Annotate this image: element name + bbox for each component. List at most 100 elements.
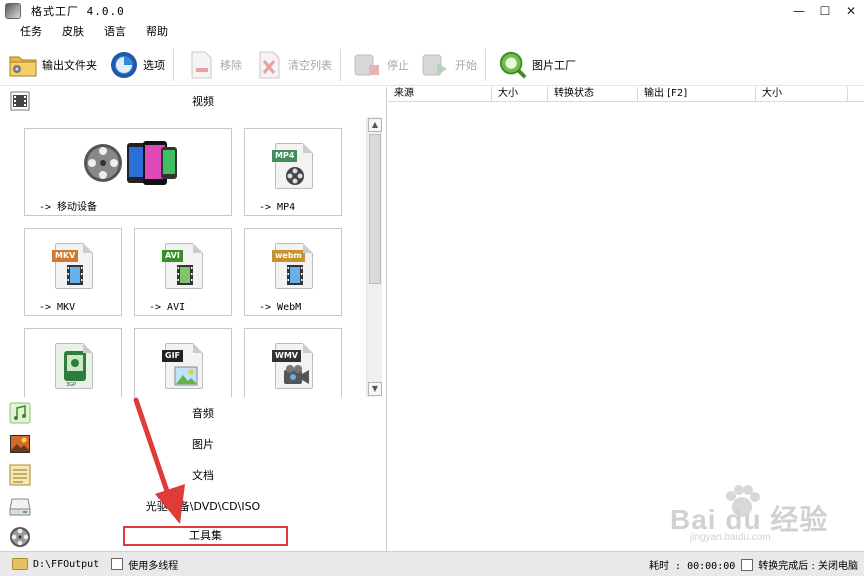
clear-list-button[interactable]: 清空列表 <box>250 46 336 84</box>
mkv-file-icon: MKV <box>52 243 93 289</box>
format-grid: -> 移动设备 MP4 -> MP4 MKV -> MKV AVI -> AVI <box>0 117 384 397</box>
window-controls: — ☐ ✕ <box>786 0 864 22</box>
category-document[interactable]: 文档 <box>0 459 386 490</box>
wmv-file-icon: WMV <box>272 343 313 389</box>
scroll-down-arrow[interactable]: ▼ <box>368 382 382 396</box>
window-title: 格式工厂 4.0.0 <box>31 5 125 18</box>
category-video-header[interactable]: 视频 <box>0 87 386 115</box>
app-icon <box>5 3 21 19</box>
stop-icon <box>353 50 383 80</box>
category-picture[interactable]: 图片 <box>0 428 386 459</box>
status-right: 耗时 : 00:00:00 转换完成后 : 关闭电脑 <box>649 552 864 576</box>
mp4-file-icon: MP4 <box>272 143 313 189</box>
elapsed-time: 耗时 : 00:00:00 <box>649 561 736 572</box>
close-button[interactable]: ✕ <box>838 0 864 22</box>
start-label: 开始 <box>455 58 477 72</box>
document-icon <box>9 464 31 485</box>
category-toolbox-label: 工具集 <box>123 526 288 546</box>
output-folder-icon[interactable] <box>12 558 28 570</box>
output-folder-button[interactable]: 输出文件夹 <box>4 46 101 84</box>
menu-bar: 任务 皮肤 语言 帮助 <box>0 22 178 42</box>
start-button[interactable]: 开始 <box>417 46 481 84</box>
film-reel-phones-icon <box>84 141 177 185</box>
stop-button[interactable]: 停止 <box>349 46 413 84</box>
minimize-button[interactable]: — <box>786 0 812 22</box>
menu-help[interactable]: 帮助 <box>136 22 178 42</box>
conversion-panel: 视频 -> 移动设备 MP4 -> MP4 MKV -> MKV AVI -> … <box>0 87 387 551</box>
after-done-label: 转换完成后 : 关闭电脑 <box>758 561 858 572</box>
menu-task[interactable]: 任务 <box>0 22 52 42</box>
tile-label: -> MKV <box>39 302 76 313</box>
format-badge: MKV <box>52 250 79 262</box>
category-list: 音频 图片 文档 光驱设备\DVD\CD\ISO 工具集 <box>0 397 386 552</box>
tile-wmv[interactable]: WMV <box>244 328 342 397</box>
remove-label: 移除 <box>220 58 242 72</box>
film-reel-icon <box>10 526 30 547</box>
menu-language[interactable]: 语言 <box>94 22 136 42</box>
column-size[interactable]: 大小 <box>492 87 548 101</box>
category-audio[interactable]: 音频 <box>0 397 386 428</box>
start-icon <box>421 50 451 80</box>
music-note-icon <box>9 402 31 423</box>
tile-mobile-device[interactable]: -> 移动设备 <box>24 128 232 216</box>
tile-3gp[interactable]: 3GP <box>24 328 122 397</box>
category-optical-drive[interactable]: 光驱设备\DVD\CD\ISO <box>0 490 386 521</box>
picture-factory-label: 图片工厂 <box>532 58 576 72</box>
clear-list-icon <box>254 50 284 80</box>
format-badge: WMV <box>272 350 301 362</box>
stop-label: 停止 <box>387 58 409 72</box>
tile-label: -> MP4 <box>259 202 296 213</box>
format-grid-scrollbar[interactable]: ▲ ▼ <box>366 117 382 397</box>
picture-factory-icon <box>498 50 528 80</box>
remove-button[interactable]: 移除 <box>182 46 246 84</box>
output-path[interactable]: D:\FFOutput <box>33 559 99 570</box>
category-audio-label: 音频 <box>192 406 214 420</box>
avi-file-icon: AVI <box>162 243 203 289</box>
toolbar-separator <box>340 48 341 81</box>
toolbar: 输出文件夹 选项 移除 清空列表 停止 开始 图片工厂 <box>0 44 864 86</box>
tile-webm[interactable]: webm -> WebM <box>244 228 342 316</box>
options-label: 选项 <box>143 58 165 72</box>
category-video-label: 视频 <box>192 95 214 108</box>
after-done-checkbox[interactable] <box>741 558 754 571</box>
tile-avi[interactable]: AVI -> AVI <box>134 228 232 316</box>
scroll-thumb[interactable] <box>369 134 381 284</box>
options-button[interactable]: 选项 <box>105 46 169 84</box>
video-clapper-icon <box>10 91 30 111</box>
remove-doc-icon <box>186 50 216 80</box>
toolbar-separator <box>485 48 486 81</box>
scroll-up-arrow[interactable]: ▲ <box>368 118 382 132</box>
tile-label: -> 移动设备 <box>39 202 98 213</box>
webm-file-icon: webm <box>272 243 313 289</box>
multithread-checkbox[interactable] <box>111 558 124 570</box>
tile-label: -> AVI <box>149 302 186 313</box>
format-badge: AVI <box>162 250 183 262</box>
title-bar: 格式工厂 4.0.0 — ☐ ✕ <box>0 0 864 22</box>
column-output-size[interactable]: 大小 <box>756 87 848 101</box>
format-badge: MP4 <box>272 150 298 162</box>
picture-icon <box>10 434 30 453</box>
column-status[interactable]: 转换状态 <box>548 87 638 101</box>
menu-skin[interactable]: 皮肤 <box>52 22 94 42</box>
category-document-label: 文档 <box>192 468 214 482</box>
category-optical-drive-label: 光驱设备\DVD\CD\ISO <box>145 499 261 513</box>
category-toolbox[interactable]: 工具集 <box>0 521 386 552</box>
format-badge: 3GP <box>66 382 77 388</box>
tile-label: -> WebM <box>259 302 302 313</box>
maximize-button[interactable]: ☐ <box>812 0 838 22</box>
watermark-url: jingyan.baidu.com <box>690 532 771 543</box>
tile-mkv[interactable]: MKV -> MKV <box>24 228 122 316</box>
baidu-watermark: Bai du 经验 jingyan.baidu.com <box>660 480 850 550</box>
format-badge: GIF <box>162 350 184 362</box>
picture-factory-button[interactable]: 图片工厂 <box>494 46 580 84</box>
multithread-label: 使用多线程 <box>128 560 179 572</box>
clear-list-label: 清空列表 <box>288 58 332 72</box>
options-gear-icon <box>109 50 139 80</box>
format-badge: webm <box>272 250 305 262</box>
tile-gif[interactable]: GIF <box>134 328 232 397</box>
tile-mp4[interactable]: MP4 -> MP4 <box>244 128 342 216</box>
column-source[interactable]: 来源 <box>388 87 492 101</box>
column-output[interactable]: 输出 [F2] <box>638 87 756 101</box>
status-bar: D:\FFOutput 使用多线程 耗时 : 00:00:00 转换完成后 : … <box>0 551 864 576</box>
folder-icon <box>8 50 38 80</box>
